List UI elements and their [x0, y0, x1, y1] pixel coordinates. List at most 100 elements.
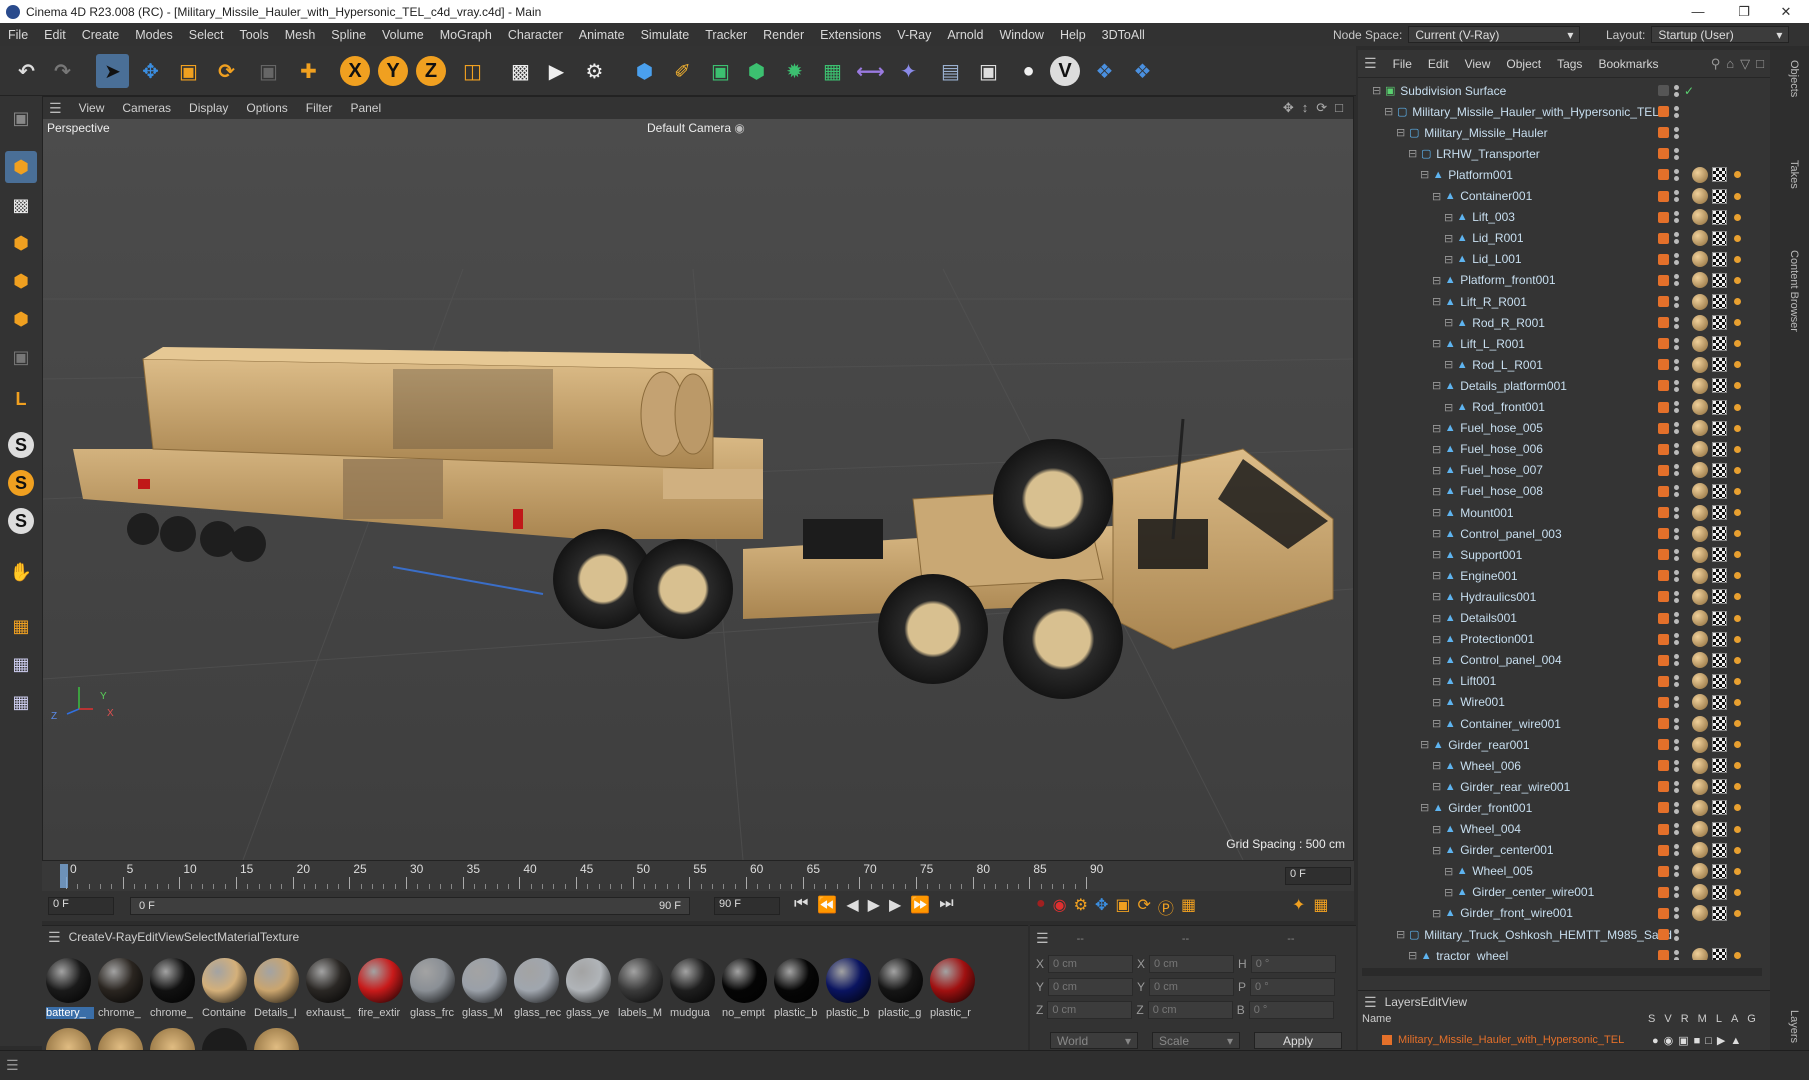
expand-toggle-icon[interactable]: ⊟ [1444, 886, 1453, 899]
material-tag[interactable] [1692, 842, 1708, 859]
coord-value-field[interactable]: 0 cm [1149, 978, 1235, 996]
layer-color-tag[interactable] [1658, 443, 1669, 455]
snap-icon[interactable]: S [8, 432, 34, 458]
dolly-icon[interactable]: ↕ [1302, 100, 1309, 116]
material-tag[interactable] [1692, 694, 1708, 711]
vray-tag[interactable] [1734, 783, 1741, 791]
object-row[interactable]: ⊟ ▢ Military_Missile_Hauler_with_Hypersoni… [1358, 101, 1770, 122]
render-view-icon[interactable]: ▩ [504, 54, 537, 88]
material-swatch[interactable] [722, 958, 767, 1003]
uv-tag[interactable] [1712, 420, 1727, 436]
object-row[interactable]: ⊟ ▲ Lift_003 [1358, 207, 1770, 228]
material-tag[interactable] [1692, 356, 1708, 373]
move-tool-icon[interactable]: ✥ [134, 54, 167, 88]
expand-toggle-icon[interactable]: ⊟ [1444, 253, 1453, 266]
vray-tag[interactable] [1734, 276, 1741, 284]
material-tag[interactable] [1692, 483, 1708, 500]
vray-tag[interactable] [1734, 171, 1741, 179]
menu-render[interactable]: Render [755, 28, 812, 42]
expand-toggle-icon[interactable]: ⊟ [1432, 379, 1441, 392]
uv-tag[interactable] [1712, 505, 1727, 520]
visibility-toggle[interactable] [1674, 274, 1679, 287]
material-tag[interactable] [1692, 610, 1708, 626]
mograph-icon[interactable]: ▦ [816, 54, 849, 88]
material-swatch[interactable] [46, 958, 91, 1003]
layer-color-tag[interactable] [1658, 296, 1669, 307]
right-tab-objects[interactable]: Objects [1788, 60, 1800, 97]
visibility-toggle[interactable] [1674, 886, 1679, 899]
uv-tag[interactable] [1712, 315, 1727, 331]
material-tag[interactable] [1692, 736, 1708, 753]
key-parameter-icon[interactable]: Ⓟ [1158, 895, 1174, 919]
layer-color-tag[interactable] [1658, 612, 1669, 624]
expand-toggle-icon[interactable]: ⊟ [1432, 590, 1441, 603]
floor-icon[interactable]: ▤ [934, 54, 967, 88]
material-swatch[interactable] [98, 958, 143, 1003]
current-frame-field[interactable]: 0 F [1285, 867, 1351, 885]
layer-color-tag[interactable] [1658, 359, 1669, 371]
object-row[interactable]: ⊟ ▲ Rod_R_R001 [1358, 312, 1770, 333]
object-row[interactable]: ⊟ ▲ Fuel_hose_007 [1358, 460, 1770, 481]
visibility-toggle[interactable] [1674, 844, 1679, 857]
layer-color-tag[interactable] [1658, 654, 1669, 666]
home-icon[interactable]: ⌂ [1726, 56, 1734, 72]
coord-value-field[interactable]: 0 cm [1047, 1001, 1133, 1019]
layer-color-tag[interactable] [1658, 802, 1669, 814]
material-tag[interactable] [1692, 947, 1708, 960]
locked-workplane-icon[interactable]: ▦ [5, 648, 37, 680]
uv-tag[interactable] [1712, 441, 1727, 457]
visibility-toggle[interactable] [1674, 211, 1679, 224]
expand-toggle-icon[interactable]: ⊟ [1372, 84, 1381, 97]
material-tag[interactable] [1692, 188, 1708, 204]
pan-icon[interactable]: ✥ [1283, 100, 1294, 116]
coord-value-field[interactable]: 0 ° [1248, 1001, 1334, 1019]
previous-frame-icon[interactable]: ◀ [846, 895, 858, 915]
expand-toggle-icon[interactable]: ⊟ [1384, 105, 1393, 118]
visibility-toggle[interactable] [1674, 358, 1679, 371]
visibility-toggle[interactable] [1674, 569, 1679, 582]
visibility-toggle[interactable] [1674, 823, 1679, 835]
record-keys-icon[interactable]: ● [1036, 895, 1046, 919]
vray-tag[interactable] [1734, 888, 1741, 896]
viewport-menu-view[interactable]: View [70, 101, 114, 115]
camera-link-icon[interactable]: ◉ [734, 121, 744, 135]
viewport[interactable]: ☰ View Cameras Display Options Filter Panel ✥… [42, 96, 1354, 861]
layer-color-tag[interactable] [1658, 718, 1669, 729]
visibility-toggle[interactable] [1674, 168, 1679, 181]
menu-mesh[interactable]: Mesh [277, 28, 324, 42]
uv-tag[interactable] [1712, 272, 1727, 288]
layer-color-tag[interactable] [1658, 865, 1669, 877]
material-tag[interactable] [1692, 863, 1708, 880]
z-axis-lock-icon[interactable]: Z [416, 56, 446, 86]
points-mode-icon[interactable]: ⬢ [5, 227, 37, 259]
object-row[interactable]: ⊟ ▲ Control_panel_003 [1358, 523, 1770, 544]
object-row[interactable]: ⊟ ▲ Rod_front001 [1358, 397, 1770, 418]
coord-value-field[interactable]: 0 cm [1048, 978, 1134, 996]
material-tag[interactable] [1692, 272, 1708, 289]
go-to-end-icon[interactable]: ⏭ [939, 895, 953, 915]
visibility-toggle[interactable] [1674, 928, 1679, 941]
visibility-toggle[interactable] [1674, 865, 1679, 878]
render-picture-viewer-icon[interactable]: ▶ [540, 54, 573, 88]
layer-color-tag[interactable] [1658, 148, 1669, 160]
layer-color-tag[interactable] [1658, 950, 1669, 960]
expand-toggle-icon[interactable]: ⊟ [1408, 147, 1417, 160]
coord-value-field[interactable]: 0 ° [1250, 978, 1336, 996]
object-row[interactable]: ⊟ ▲ Fuel_hose_008 [1358, 481, 1770, 502]
texture-mode-icon[interactable]: ▩ [5, 189, 37, 221]
visibility-toggle[interactable] [1674, 548, 1679, 561]
object-row[interactable]: ⊟ ▲ Girder_center_wire001 [1358, 882, 1770, 903]
redo-icon[interactable]: ↷ [46, 54, 79, 88]
visibility-toggle[interactable] [1674, 232, 1679, 245]
object-row[interactable]: ⊟ ▣ Subdivision Surface ✓ [1358, 80, 1770, 101]
material-tag[interactable] [1692, 567, 1708, 584]
uv-tag[interactable] [1712, 589, 1727, 605]
menu-window[interactable]: Window [991, 28, 1051, 42]
expand-toggle-icon[interactable]: ⊟ [1432, 823, 1441, 836]
object-row[interactable]: ⊟ ▲ Girder_rear001 [1358, 734, 1770, 755]
material-swatch[interactable] [618, 958, 663, 1003]
expand-toggle-icon[interactable]: ⊟ [1420, 738, 1429, 751]
extrude-generator-icon[interactable]: ⬢ [740, 54, 773, 88]
uv-tag[interactable] [1712, 526, 1727, 542]
grid-plane-icon[interactable]: ▦ [5, 610, 37, 642]
